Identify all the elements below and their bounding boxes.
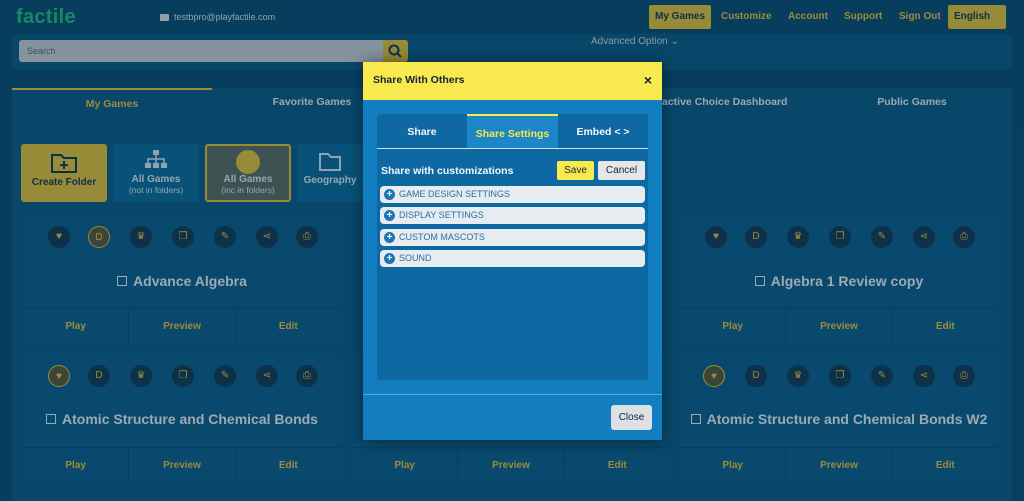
plus-icon: + <box>384 189 395 200</box>
setting-label: GAME DESIGN SETTINGS <box>399 189 511 199</box>
plus-icon: + <box>384 232 395 243</box>
modal-content: Share Share Settings Embed < > Share wit… <box>377 114 648 380</box>
close-button[interactable]: Close <box>611 405 652 430</box>
modal-footer-divider <box>363 394 662 395</box>
share-modal: Share With Others × Share Share Settings… <box>363 62 662 440</box>
tab-embed[interactable]: Embed < > <box>558 114 648 148</box>
game-design-settings-row[interactable]: + GAME DESIGN SETTINGS <box>380 186 645 203</box>
tab-share-settings[interactable]: Share Settings <box>467 114 558 148</box>
custom-mascots-row[interactable]: + CUSTOM MASCOTS <box>380 229 645 246</box>
setting-label: CUSTOM MASCOTS <box>399 232 485 242</box>
modal-title: Share With Others <box>373 74 465 86</box>
cancel-button[interactable]: Cancel <box>598 161 645 180</box>
setting-label: DISPLAY SETTINGS <box>399 210 484 220</box>
tab-divider <box>377 148 648 149</box>
save-button[interactable]: Save <box>557 161 594 180</box>
plus-icon: + <box>384 210 395 221</box>
sound-row[interactable]: + SOUND <box>380 250 645 267</box>
tab-share[interactable]: Share <box>377 114 467 148</box>
display-settings-row[interactable]: + DISPLAY SETTINGS <box>380 207 645 224</box>
modal-header: Share With Others × <box>363 62 662 100</box>
share-label: Share with customizations <box>381 165 514 177</box>
plus-icon: + <box>384 253 395 264</box>
close-icon[interactable]: × <box>644 72 652 88</box>
setting-label: SOUND <box>399 253 432 263</box>
